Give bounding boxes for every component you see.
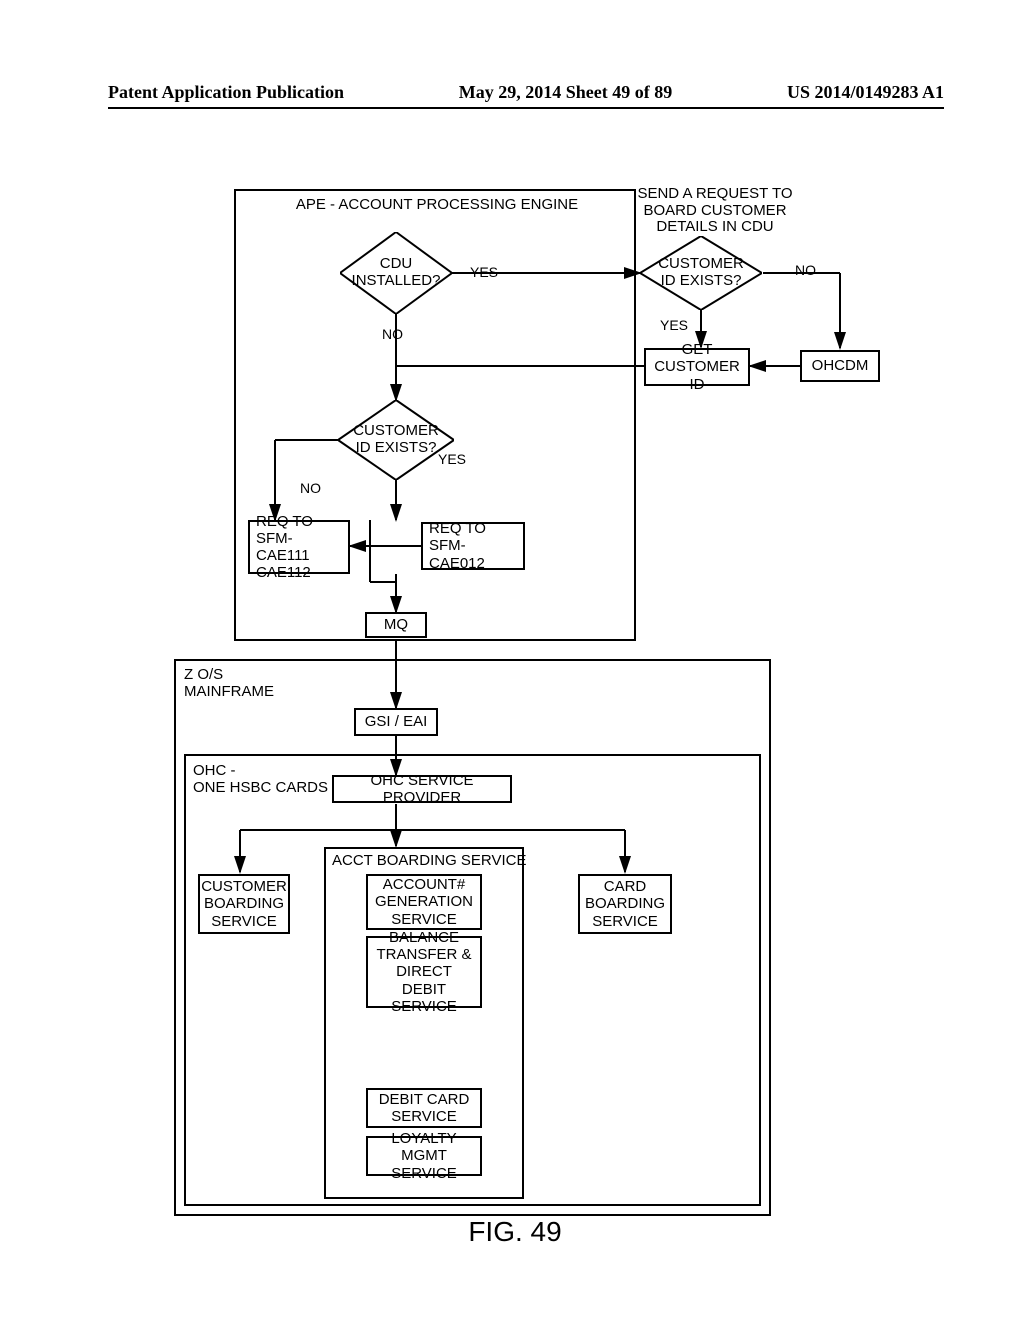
box-cust-boarding: CUSTOMERBOARDINGSERVICE	[198, 874, 290, 934]
no-1: NO	[382, 326, 403, 342]
box-bal-transfer: BALANCETRANSFER &DIRECT DEBITSERVICE	[366, 936, 482, 1008]
box-loyalty: LOYALTYMGMT SERVICE	[366, 1136, 482, 1176]
box-req-111-112: REQ TO SFM-CAE111CAE112	[248, 520, 350, 574]
acct-boarding-title: ACCT BOARDING SERVICE	[332, 852, 516, 869]
send-request-label: SEND A REQUEST TOBOARD CUSTOMERDETAILS I…	[625, 186, 805, 236]
ape-title: APE - ACCOUNT PROCESSING ENGINE	[247, 196, 627, 213]
header-right: US 2014/0149283 A1	[787, 82, 944, 103]
yes-2: YES	[660, 317, 688, 333]
box-card-boarding: CARDBOARDINGSERVICE	[578, 874, 672, 934]
box-get-customer-id: GET CUSTOMERID	[644, 348, 750, 386]
diagram-canvas: APE - ACCOUNT PROCESSING ENGINE CDUINSTA…	[100, 150, 930, 1250]
decision-cust-id-top: CUSTOMERID EXISTS?	[640, 236, 762, 310]
box-ohc-provider: OHC SERVICE PROVIDER	[332, 775, 512, 803]
yes-1: YES	[470, 264, 498, 280]
page-header: Patent Application Publication May 29, 2…	[108, 82, 944, 109]
box-req-012: REQ TO SFM-CAE012	[421, 522, 525, 570]
cust-id-bot-text: CUSTOMERID EXISTS?	[338, 423, 454, 456]
box-debit-card: DEBIT CARDSERVICE	[366, 1088, 482, 1128]
flowlines	[100, 150, 930, 1250]
figure-caption: FIG. 49	[468, 1216, 561, 1248]
patent-page: Patent Application Publication May 29, 2…	[0, 0, 1024, 1320]
cdu-installed-text: CDUINSTALLED?	[340, 256, 452, 289]
box-gsi-eai: GSI / EAI	[354, 708, 438, 736]
mainframe-title: Z O/SMAINFRAME	[184, 666, 304, 700]
no-2: NO	[795, 262, 816, 278]
cust-id-top-text: CUSTOMERID EXISTS?	[640, 256, 762, 289]
decision-cdu-installed: CDUINSTALLED?	[340, 232, 452, 314]
box-acct-gen: ACCOUNT#GENERATIONSERVICE	[366, 874, 482, 930]
decision-cust-id-bot: CUSTOMERID EXISTS?	[338, 400, 454, 480]
no-3: NO	[300, 480, 321, 496]
header-center: May 29, 2014 Sheet 49 of 89	[459, 82, 672, 103]
box-mq: MQ	[365, 612, 427, 638]
header-left: Patent Application Publication	[108, 82, 344, 103]
box-ohcdm: OHCDM	[800, 350, 880, 382]
yes-3: YES	[438, 451, 466, 467]
ohc-title: OHC -ONE HSBC CARDS	[193, 762, 343, 796]
